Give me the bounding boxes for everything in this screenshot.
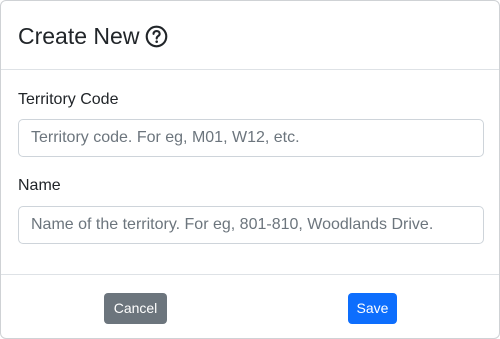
modal-footer: Cancel Save (1, 274, 499, 338)
save-button[interactable]: Save (348, 293, 397, 324)
create-new-modal: Create New Territory Code Name Cancel Sa… (0, 0, 500, 339)
modal-title-row: Create New (18, 21, 168, 51)
cancel-button[interactable]: Cancel (104, 293, 167, 324)
territory-code-label: Territory Code (18, 91, 119, 108)
name-label: Name (18, 177, 61, 194)
modal-header: Create New (1, 1, 499, 70)
territory-code-input[interactable] (18, 119, 484, 157)
modal-title: Create New (18, 23, 140, 49)
question-circle-icon[interactable] (145, 25, 168, 48)
name-input[interactable] (18, 206, 484, 244)
